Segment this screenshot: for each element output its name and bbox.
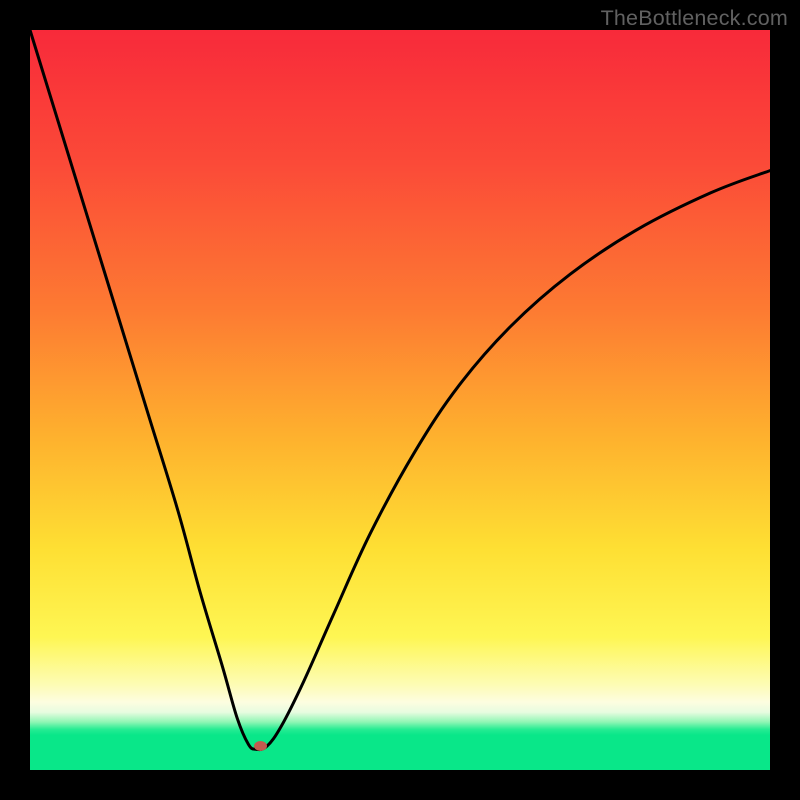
watermark-text: TheBottleneck.com xyxy=(601,6,788,31)
plot-area xyxy=(30,30,770,770)
bottleneck-curve xyxy=(30,30,770,750)
curve-svg xyxy=(30,30,770,770)
chart-frame: TheBottleneck.com xyxy=(0,0,800,800)
min-marker xyxy=(254,741,267,751)
